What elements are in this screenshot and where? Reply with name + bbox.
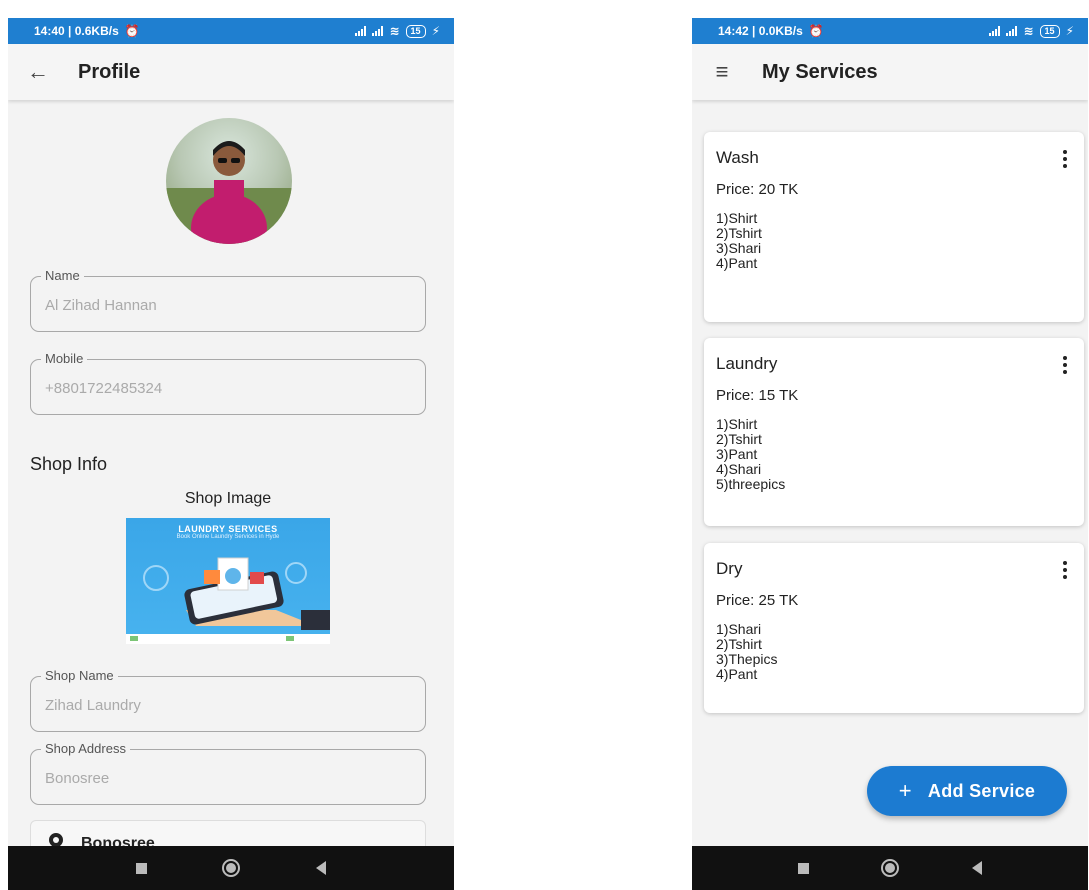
more-vert-icon[interactable] [1062, 356, 1068, 374]
service-item: 4)Shari [716, 461, 762, 477]
wifi-icon: ≋ [1023, 24, 1034, 38]
service-name: Dry [716, 559, 743, 578]
signal-icon [1006, 26, 1018, 36]
shop-image-label: Shop Image [184, 490, 272, 507]
back-icon[interactable] [971, 861, 982, 875]
profile-screen: 14:40 | 0.6KB/s ⏰ ≋ 15 ⚡ ← Profile Name … [8, 18, 454, 890]
battery-icon: 15 [1039, 24, 1060, 38]
service-items: 1)Shari 2)Tshirt 3)Thepics 4)Pant [716, 622, 1072, 682]
status-time: 14:40 | 0.6KB/s [34, 24, 119, 38]
service-item: 1)Shirt [716, 416, 758, 432]
app-bar: ← Profile [8, 44, 454, 100]
more-vert-icon[interactable] [1062, 150, 1068, 168]
home-icon[interactable] [222, 859, 241, 877]
service-item: 3)Thepics [716, 651, 778, 667]
page-title: My Services [762, 60, 878, 83]
name-field[interactable]: Name Al Zihad Hannan [30, 268, 426, 332]
recents-icon[interactable] [135, 862, 147, 874]
status-bar: 14:40 | 0.6KB/s ⏰ ≋ 15 ⚡ [8, 18, 454, 44]
shop-info-title: Shop Info [30, 454, 108, 474]
shop-name-value: Zihad Laundry [45, 697, 141, 714]
service-item: 1)Shirt [716, 210, 758, 226]
battery-icon: 15 [405, 24, 426, 38]
service-item: 1)Shari [716, 621, 762, 637]
service-item: 5)threepics [716, 476, 786, 492]
service-card-dry[interactable]: Dry Price: 25 TK 1)Shari 2)Tshirt 3)Thep… [704, 543, 1084, 713]
wifi-icon: ≋ [389, 24, 400, 38]
service-items: 1)Shirt 2)Tshirt 3)Shari 4)Pant [716, 211, 1072, 271]
service-card-laundry[interactable]: Laundry Price: 15 TK 1)Shirt 2)Tshirt 3)… [704, 338, 1084, 526]
add-service-button[interactable]: + Add Service [867, 766, 1067, 816]
shop-address-value: Bonosree [45, 770, 110, 787]
back-icon[interactable] [316, 861, 327, 875]
hamburger-icon[interactable]: ≡ [692, 44, 752, 100]
service-name: Laundry [716, 354, 778, 373]
system-nav-bar [692, 846, 1088, 890]
mobile-label: Mobile [41, 351, 88, 366]
service-price: Price: 25 TK [716, 592, 799, 609]
plus-icon: + [898, 778, 912, 803]
service-item: 4)Pant [716, 255, 758, 271]
charging-icon: ⚡ [431, 24, 440, 38]
service-card-wash[interactable]: Wash Price: 20 TK 1)Shirt 2)Tshirt 3)Sha… [704, 132, 1084, 322]
service-items: 1)Shirt 2)Tshirt 3)Pant 4)Shari 5)threep… [716, 417, 1072, 492]
signal-icon [355, 26, 367, 36]
service-name: Wash [716, 148, 759, 167]
status-bar: 14:42 | 0.0KB/s ⏰ ≋ 15 ⚡ [692, 18, 1088, 44]
signal-icon [989, 26, 1001, 36]
name-label: Name [41, 268, 84, 283]
service-item: 3)Shari [716, 240, 762, 256]
mobile-field[interactable]: Mobile +8801722485324 [30, 351, 426, 415]
alarm-icon: ⏰ [124, 24, 140, 38]
shop-name-field[interactable]: Shop Name Zihad Laundry [30, 668, 426, 732]
mobile-value: +8801722485324 [45, 380, 163, 397]
shop-name-label: Shop Name [41, 668, 118, 683]
avatar[interactable] [166, 118, 292, 244]
service-price: Price: 20 TK [716, 181, 799, 198]
signal-icon [372, 26, 384, 36]
service-item: 4)Pant [716, 666, 758, 682]
service-item: 2)Tshirt [716, 225, 762, 241]
status-time: 14:42 | 0.0KB/s [718, 24, 803, 38]
shop-address-label: Shop Address [41, 741, 130, 756]
system-nav-bar [8, 846, 454, 890]
shop-image[interactable]: LAUNDRY SERVICES Book Online Laundry Ser… [126, 518, 330, 644]
service-item: 2)Tshirt [716, 636, 762, 652]
charging-icon: ⚡ [1065, 24, 1074, 38]
app-bar: ≡ My Services [692, 44, 1088, 100]
recents-icon[interactable] [798, 862, 810, 874]
more-vert-icon[interactable] [1062, 561, 1068, 579]
shop-address-field[interactable]: Shop Address Bonosree [30, 741, 426, 805]
service-item: 3)Pant [716, 446, 758, 462]
arrow-left-icon[interactable]: ← [8, 44, 68, 100]
service-item: 2)Tshirt [716, 431, 762, 447]
service-price: Price: 15 TK [716, 387, 799, 404]
alarm-icon: ⏰ [808, 24, 824, 38]
services-screen: 14:42 | 0.0KB/s ⏰ ≋ 15 ⚡ ≡ My Services W… [692, 18, 1088, 890]
home-icon[interactable] [881, 859, 900, 877]
page-title: Profile [78, 60, 141, 83]
add-service-label: Add Service [927, 780, 1036, 801]
name-value: Al Zihad Hannan [45, 297, 157, 314]
laundry-illustration [126, 557, 330, 644]
